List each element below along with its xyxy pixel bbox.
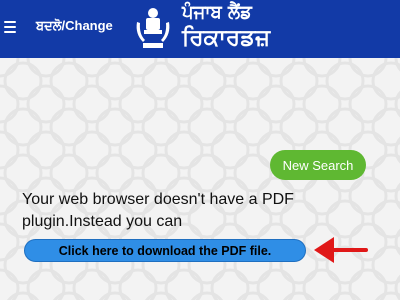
top-header: ਬਦਲੋ/Change ਪੰਜਾਬ ਲੈਂਡ ਰਿਕਾਰਡਜ਼ (0, 0, 400, 58)
language-toggle[interactable]: ਬਦਲੋ/Change (36, 18, 113, 34)
hamburger-menu-icon[interactable] (4, 21, 16, 33)
site-brand: ਪੰਜਾਬ ਲੈਂਡ ਰਿਕਾਰਡਜ਼ (182, 2, 270, 52)
new-search-button[interactable]: New Search (270, 150, 366, 180)
brand-title-line1: ਪੰਜਾਬ ਲੈਂਡ (182, 2, 252, 23)
pdf-plugin-message: Your web browser doesn't have a PDF plug… (22, 191, 294, 230)
red-arrow-left-icon (314, 237, 368, 263)
download-pdf-link[interactable]: Click here to download the PDF file. (24, 239, 306, 262)
brand-title-line2: ਰਿਕਾਰਡਜ਼ (182, 25, 271, 51)
state-emblem-icon (136, 8, 170, 48)
